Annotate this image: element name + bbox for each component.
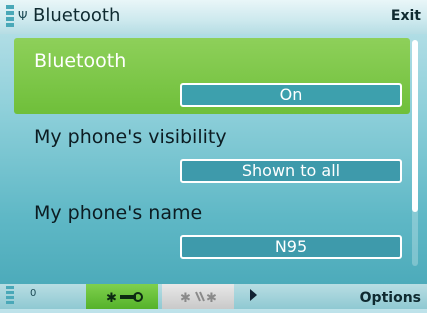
setting-label: My phone's name [34, 202, 203, 224]
page-title: Bluetooth [33, 5, 121, 26]
setting-value[interactable]: Shown to all [180, 159, 402, 183]
setting-value[interactable]: N95 [180, 235, 402, 259]
setting-visibility[interactable]: My phone's visibility Shown to all [14, 114, 410, 190]
scroll-thumb[interactable] [412, 40, 418, 212]
svg-text:✱: ✱ [106, 291, 117, 306]
tab-paired-devices[interactable]: ✱ ✱ [162, 284, 234, 309]
setting-phone-name[interactable]: My phone's name N95 [14, 190, 410, 266]
battery-icon [6, 286, 14, 306]
signal-strength-icon [6, 5, 14, 27]
antenna-icon: Ψ [18, 9, 28, 23]
settings-list: Bluetooth On My phone's visibility Shown… [14, 38, 410, 264]
setting-value[interactable]: On [180, 83, 402, 107]
scrollbar[interactable] [412, 40, 418, 266]
svg-text:✱: ✱ [206, 291, 217, 306]
bottom-bar: 0 ✱ ✱ ✱ Options [0, 284, 427, 309]
mode-indicator: 0 [30, 288, 37, 299]
setting-label: My phone's visibility [34, 126, 227, 148]
paired-devices-icon: ✱ ✱ [180, 291, 217, 306]
tab-next-arrow-icon[interactable] [250, 289, 257, 301]
bluetooth-settings-icon: ✱ [106, 291, 143, 306]
options-softkey[interactable]: Options [360, 290, 421, 306]
status-bar: Ψ Bluetooth Exit [0, 0, 427, 34]
setting-label: Bluetooth [34, 50, 127, 72]
setting-bluetooth[interactable]: Bluetooth On [14, 38, 410, 114]
exit-softkey[interactable]: Exit [391, 8, 421, 24]
tab-bluetooth-settings[interactable]: ✱ [86, 284, 158, 309]
svg-text:✱: ✱ [180, 291, 191, 306]
